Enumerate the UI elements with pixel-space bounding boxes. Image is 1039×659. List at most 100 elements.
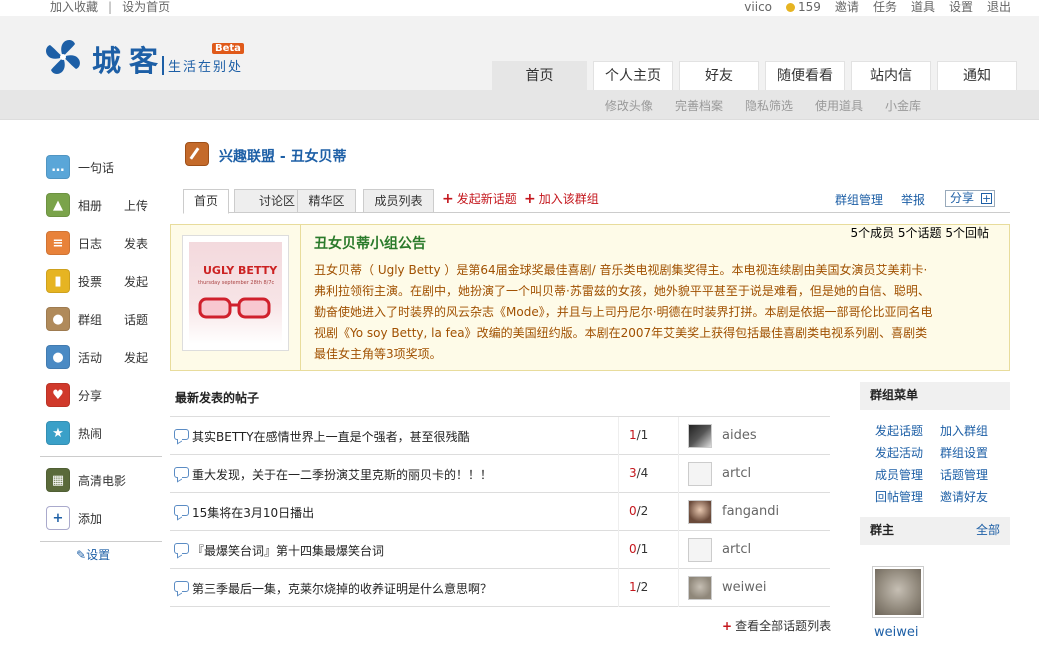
sidebar-item-poll[interactable]: ▮ 投票 发起 [40,262,162,300]
cover-title: UGLY BETTY [203,264,278,277]
tab-home[interactable]: 首页 [183,189,229,214]
avatar[interactable] [688,462,712,486]
group-tabs: 首页 讨论区 精华区 成员列表 + 发起新话题 + 加入该群组 群组管理 举报 分享… [183,187,1010,214]
post-title-link[interactable]: 重大发现，关于在一二季扮演艾里克斯的丽贝卡的！！！ [192,466,492,483]
subnav-wallet[interactable]: 小金库 [885,97,921,114]
sidebar-item-group[interactable]: ● 群组 话题 [40,300,162,338]
subnav-privacy[interactable]: 隐私筛选 [745,97,793,114]
group-category-link[interactable]: 兴趣联盟 [219,149,275,165]
nav-tab-messages[interactable]: 站内信 [851,61,931,90]
table-row: 第三季最后一集，克莱尔烧掉的收养证明是什么意思啊？ 1/2 weiwei [170,569,830,607]
sidebar-item-status[interactable]: … 一句话 [40,148,162,186]
post-author-link[interactable]: fangandi [722,504,779,519]
sidebar-divider [40,456,162,457]
site-logo[interactable]: 城客 生活在别处 Beta [42,36,262,82]
event-create-link[interactable]: 发起 [124,349,148,366]
sidebar-divider [40,541,162,542]
nav-tab-home[interactable]: 首页 [492,61,587,90]
join-group-button[interactable]: + 加入该群组 [524,190,599,207]
bookmark-link[interactable]: 加入收藏 [50,0,98,14]
group-topic-link[interactable]: 话题 [124,311,148,328]
views: /2 [636,580,649,594]
post-title-link[interactable]: 第三季最后一集，克莱尔烧掉的收养证明是什么意思啊？ [192,580,492,597]
top-utility-bar: 加入收藏 | 设为首页 viico 159 邀请 任务 道具 设置 退出 [0,0,1039,16]
avatar[interactable] [688,500,712,524]
owner-all-link[interactable]: 全部 [976,517,1000,543]
pinwheel-logo-icon [46,40,80,74]
sidebar-item-album[interactable]: ▲ 相册 上传 [40,186,162,224]
tab-members[interactable]: 成员列表 [363,189,434,213]
table-row: 其实BETTY在感情世界上一直是个强者，甚至很残酷 1/1 aides [170,417,830,455]
menu-start-topic[interactable]: 发起话题 [875,422,940,439]
settings-link[interactable]: 设置 [949,0,973,14]
set-homepage-link[interactable]: 设为首页 [122,0,170,14]
sidebar-item-blog[interactable]: ≡ 日志 发表 [40,224,162,262]
table-row: 15集将在3月10日播出 0/2 fangandi [170,493,830,531]
share-button[interactable]: 分享 + [945,190,995,207]
group-manage-link[interactable]: 群组管理 [835,191,883,208]
sidebar-item-label: 一句话 [78,160,115,175]
owner-name-link[interactable]: weiwei [874,625,918,640]
tasks-link[interactable]: 任务 [873,0,897,14]
avatar[interactable] [688,424,712,448]
sidebar-item-label: 热闹 [78,426,103,441]
sidebar-item-fun[interactable]: ★ 热闹 [40,414,162,452]
post-author-link[interactable]: artcl [722,542,751,557]
group-name-link[interactable]: 丑女贝蒂 [291,149,347,165]
menu-invite-friends[interactable]: 邀请好友 [940,488,1005,505]
tools-link[interactable]: 道具 [911,0,935,14]
group-icon: ● [46,307,70,331]
nav-tab-browse[interactable]: 随便看看 [765,61,845,90]
views: /1 [636,428,649,442]
top-left-links: 加入收藏 | 设为首页 [50,0,170,14]
post-author-link[interactable]: artcl [722,466,751,481]
tab-featured[interactable]: 精华区 [297,189,356,213]
avatar[interactable] [688,538,712,562]
post-author-link[interactable]: weiwei [722,580,766,595]
right-column: 群组菜单 发起话题 加入群组 发起活动 群组设置 成员管理 话题管理 回帖管理 … [860,382,1010,545]
menu-join-group[interactable]: 加入群组 [940,422,1005,439]
notice-title: 丑女贝蒂小组公告 [314,236,426,252]
nav-tab-notifications[interactable]: 通知 [937,61,1017,90]
menu-group-settings[interactable]: 群组设置 [940,444,1005,461]
new-topic-button[interactable]: + 发起新话题 [442,190,517,207]
poll-create-link[interactable]: 发起 [124,273,148,290]
divider [678,493,679,531]
subnav-use-tools[interactable]: 使用道具 [815,97,863,114]
nav-tab-friends[interactable]: 好友 [679,61,759,90]
menu-start-event[interactable]: 发起活动 [875,444,940,461]
blog-post-link[interactable]: 发表 [124,235,148,252]
sidebar-item-movies[interactable]: ▦ 高清电影 [40,461,162,499]
invite-link[interactable]: 邀请 [835,0,859,14]
reply-count: 1/2 [629,580,648,594]
post-title-link[interactable]: 15集将在3月10日播出 [192,504,314,521]
plus-icon: + [722,619,733,633]
subnav-profile[interactable]: 完善档案 [675,97,723,114]
username-link[interactable]: viico [744,0,772,14]
sidebar-settings-link[interactable]: ✎设置 [40,548,110,562]
album-upload-link[interactable]: 上传 [124,197,148,214]
sidebar-item-share[interactable]: ♥ 分享 [40,376,162,414]
menu-reply-manage[interactable]: 回帖管理 [875,488,940,505]
post-author-link[interactable]: aides [722,428,757,443]
report-link[interactable]: 举报 [901,191,925,208]
divider [618,493,619,531]
owner-avatar[interactable] [872,566,924,618]
view-all-topics-link[interactable]: + 查看全部话题列表 [722,617,831,634]
wrench-icon: ✎ [76,548,87,562]
nav-tab-profile[interactable]: 个人主页 [593,61,673,90]
sidebar-settings-label: 设置 [86,548,111,562]
logout-link[interactable]: 退出 [987,0,1011,14]
avatar[interactable] [688,576,712,600]
heart-icon: ♥ [46,383,70,407]
posts-heading: 最新发表的帖子 [170,385,830,417]
menu-member-manage[interactable]: 成员管理 [875,466,940,483]
menu-topic-manage[interactable]: 话题管理 [940,466,1005,483]
sidebar-item-label: 分享 [78,388,103,403]
post-title-link[interactable]: 其实BETTY在感情世界上一直是个强者，甚至很残酷 [192,428,470,445]
subnav-change-avatar[interactable]: 修改头像 [605,97,653,114]
sidebar-item-add[interactable]: + 添加 [40,499,162,537]
owner-title: 群主 [870,523,895,537]
post-title-link[interactable]: 『最爆笑台词』第十四集最爆笑台词 [192,542,384,559]
sidebar-item-event[interactable]: ● 活动 发起 [40,338,162,376]
